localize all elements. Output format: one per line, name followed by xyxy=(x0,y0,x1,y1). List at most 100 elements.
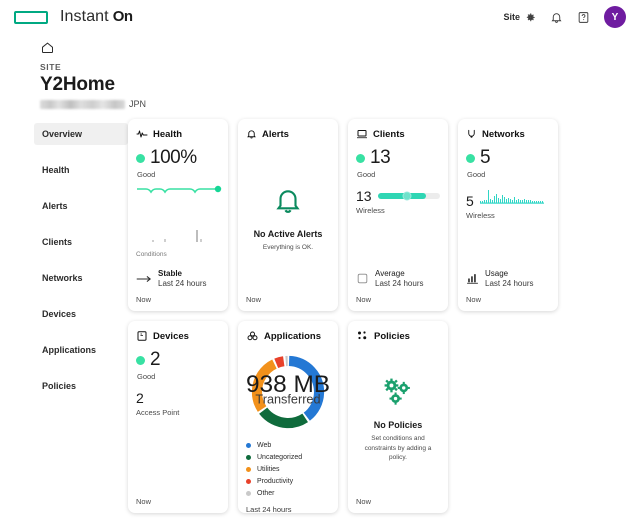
legend-color-swatch xyxy=(246,467,251,472)
card-title: Clients xyxy=(373,128,405,140)
health-trend: Stable Last 24 hours xyxy=(136,269,220,288)
device-icon xyxy=(136,330,148,342)
applications-donut-chart: 938 MB Transferred xyxy=(246,351,330,433)
card-header: Policies xyxy=(356,330,440,342)
networks-status: Good xyxy=(467,170,486,179)
site-selector-button[interactable]: Site xyxy=(503,12,536,23)
laptop-icon xyxy=(356,128,368,140)
legend-label: Utilities xyxy=(257,466,280,473)
sidebar-item-alerts[interactable]: Alerts xyxy=(34,195,128,217)
hpe-logo-icon xyxy=(14,10,48,24)
clients-wireless-value: 13 xyxy=(356,188,372,204)
legend-color-swatch xyxy=(246,443,251,448)
redacted-address xyxy=(40,99,125,109)
health-sparkline xyxy=(136,183,222,202)
policies-empty-subtitle: Set conditions and constraints by adding… xyxy=(364,434,432,462)
brand-logo: Instant On xyxy=(60,8,133,26)
card-health[interactable]: Health 100% Good Conditions Stable Last … xyxy=(128,119,228,311)
card-clients[interactable]: Clients 13 Good 13 Wireless Average Last… xyxy=(348,119,448,311)
donut-center-label: Transferred xyxy=(255,393,320,407)
networks-value: 5 xyxy=(480,147,491,168)
policies-empty-title: No Policies xyxy=(373,419,423,430)
health-metric: 100% xyxy=(136,147,220,169)
card-timestamp: Now xyxy=(466,295,482,304)
sidebar-item-health[interactable]: Health xyxy=(34,159,128,181)
sidebar-item-policies[interactable]: Policies xyxy=(34,375,128,397)
card-title: Applications xyxy=(264,330,322,342)
bell-icon xyxy=(246,128,257,140)
networks-usage-chart xyxy=(479,188,544,209)
site-address-row: JPN xyxy=(40,99,640,109)
card-header: Clients xyxy=(356,128,440,140)
trend-title: Usage xyxy=(485,269,509,278)
alerts-empty-subtitle: Everything is OK. xyxy=(262,243,314,251)
help-icon[interactable] xyxy=(577,11,590,24)
sidebar-item-label: Clients xyxy=(42,237,73,247)
sidebar-item-label: Health xyxy=(42,165,70,175)
legend-label: Web xyxy=(257,442,272,449)
devices-value: 2 xyxy=(150,349,161,370)
health-status: Good xyxy=(137,170,156,179)
progress-knob[interactable] xyxy=(402,191,412,201)
sidebar-item-devices[interactable]: Devices xyxy=(34,303,128,325)
trend-title: Stable xyxy=(158,269,183,278)
sidebar-item-overview[interactable]: Overview xyxy=(34,123,128,145)
card-policies[interactable]: Policies No Policies Set conditions and … xyxy=(348,321,448,513)
site-selector-label: Site xyxy=(503,12,520,22)
card-footer: Now xyxy=(246,295,330,304)
card-timestamp: Now xyxy=(356,497,372,506)
card-header: Health xyxy=(136,128,220,140)
bar-chart-icon xyxy=(466,272,479,285)
dashboard-cards: Health 100% Good Conditions Stable Last … xyxy=(128,119,558,513)
sidebar-item-label: Networks xyxy=(42,273,83,283)
home-icon xyxy=(40,40,640,60)
sidebar-item-networks[interactable]: Networks xyxy=(34,267,128,289)
applications-icon xyxy=(246,330,259,342)
networks-wireless-value: 5 xyxy=(466,193,474,209)
networks-wireless-row: 5 xyxy=(466,188,550,209)
devices-metric: 2 xyxy=(136,349,220,371)
devices-ap-row: 2 xyxy=(136,390,220,406)
card-alerts[interactable]: Alerts No Active Alerts Everything is OK… xyxy=(238,119,338,311)
networks-wireless-label: Wireless xyxy=(466,211,495,220)
legend-item: Productivity xyxy=(246,478,330,485)
applications-legend: Web Uncategorized Utilities Productivity… xyxy=(246,442,330,497)
sidebar-item-clients[interactable]: Clients xyxy=(34,231,128,253)
main-layout: Overview Health Alerts Clients Networks … xyxy=(0,109,640,513)
user-avatar[interactable]: Y xyxy=(604,6,626,28)
card-title: Policies xyxy=(374,330,410,342)
clients-wireless-row: 13 xyxy=(356,188,440,204)
card-footer: Now xyxy=(136,497,220,506)
card-footer: Average Last 24 hours Now xyxy=(356,269,440,304)
card-timestamp: Now xyxy=(356,295,372,304)
trend-period: Last 24 hours xyxy=(485,279,534,288)
devices-ap-label: Access Point xyxy=(136,408,180,417)
trend-period: Last 24 hours xyxy=(158,279,207,288)
card-timestamp: Now xyxy=(246,295,262,304)
networks-metric: 5 xyxy=(466,147,550,169)
clients-progress-bar[interactable] xyxy=(377,191,440,201)
clients-wireless-metric: 13 Wireless xyxy=(356,188,440,215)
clients-status: Good xyxy=(357,170,376,179)
clients-trend: Average Last 24 hours xyxy=(356,269,440,288)
network-icon xyxy=(466,128,477,140)
health-value: 100% xyxy=(150,147,197,168)
notifications-bell-icon[interactable] xyxy=(550,11,563,24)
legend-item: Other xyxy=(246,490,330,497)
heartbeat-icon xyxy=(136,128,148,140)
card-footer: Usage Last 24 hours Now xyxy=(466,269,550,304)
card-title: Networks xyxy=(482,128,525,140)
card-applications[interactable]: Applications 938 MB Transferred Web Unca… xyxy=(238,321,338,513)
health-conditions-chart: Conditions xyxy=(136,224,220,258)
card-devices[interactable]: Devices 2 Good 2 Access Point Now xyxy=(128,321,228,513)
legend-label: Other xyxy=(257,490,275,497)
legend-label: Uncategorized xyxy=(257,454,303,461)
card-timestamp: Last 24 hours xyxy=(246,505,292,513)
card-title: Alerts xyxy=(262,128,289,140)
devices-ap-value: 2 xyxy=(136,390,144,406)
brand-name-second: On xyxy=(112,8,133,25)
card-networks[interactable]: Networks 5 Good 5 Wireless Usage Last 24… xyxy=(458,119,558,311)
sidebar-item-label: Policies xyxy=(42,381,77,391)
sidebar-item-applications[interactable]: Applications xyxy=(34,339,128,361)
card-header: Networks xyxy=(466,128,550,140)
